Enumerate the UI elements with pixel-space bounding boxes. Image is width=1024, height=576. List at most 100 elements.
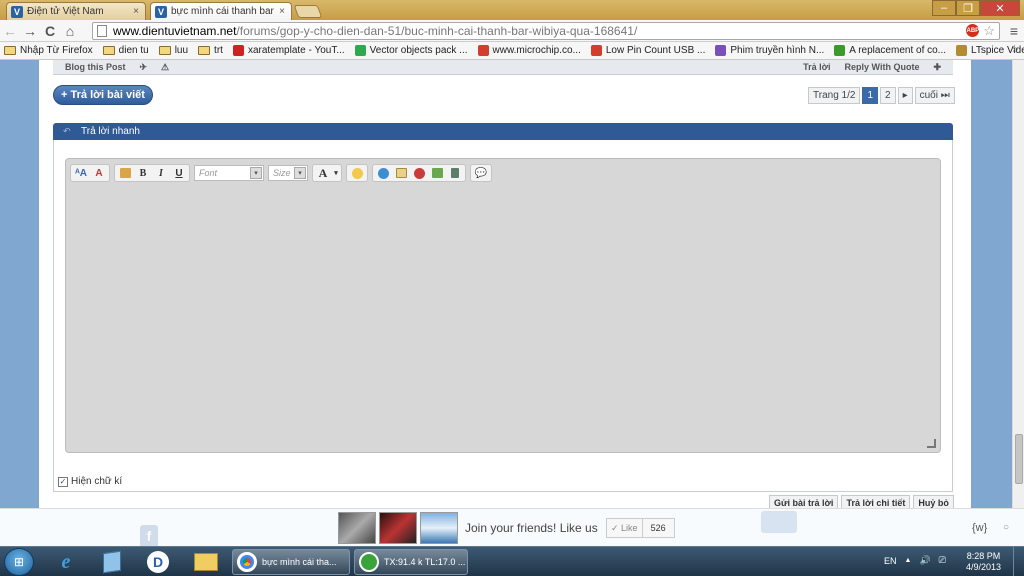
close-window-button[interactable]: ✕ [980, 0, 1020, 16]
vertical-scrollbar[interactable] [1012, 60, 1024, 508]
folder-icon [198, 46, 211, 55]
bookmark-star-icon[interactable]: ☆ [983, 24, 995, 37]
underline-button[interactable]: U [171, 166, 187, 180]
resize-handle-icon[interactable] [927, 439, 936, 448]
ltspice-icon [956, 45, 968, 56]
address-bar[interactable]: www.dientuvietnam.net/forums/gop-y-cho-d… [92, 22, 1000, 40]
scrollbar-thumb[interactable] [1015, 434, 1023, 484]
microchip-icon [590, 45, 602, 56]
reply-thread-button[interactable]: + Trả lời bài viết [53, 85, 153, 105]
friend-thumbnail[interactable] [420, 512, 458, 544]
chrome-icon [237, 552, 257, 572]
remove-format-icon[interactable]: A [91, 166, 107, 180]
page-indicator: Trang 1/2 [808, 87, 861, 104]
chevron-down-icon: ▾ [250, 167, 262, 179]
wibiya-social-bar: f Join your friends! Like us ✓ Like 526 … [0, 508, 1024, 547]
page-1-link[interactable]: 1 [862, 87, 878, 104]
remove-link-icon[interactable] [411, 166, 427, 180]
italic-button[interactable]: I [153, 166, 169, 180]
taskbar-chrome-window[interactable]: bực mình cái tha... [232, 549, 350, 575]
pinwheel-icon [715, 45, 727, 56]
next-page-icon[interactable]: ▸ [897, 87, 913, 104]
like-widget[interactable]: ✓ Like 526 [606, 518, 675, 538]
email-link-icon[interactable] [393, 166, 409, 180]
bookmark-link[interactable]: xaratemplate - YouT... [232, 45, 345, 56]
friend-thumbnail[interactable] [379, 512, 417, 544]
bookmarks-overflow-icon[interactable]: » [1012, 44, 1018, 55]
bookmark-link[interactable]: Vector objects pack ... [354, 45, 468, 56]
start-button[interactable]: ⊞ [4, 548, 34, 576]
bookmark-folder[interactable]: luu [158, 45, 188, 56]
share-icon[interactable]: ✈ [140, 62, 148, 73]
page-2-link[interactable]: 2 [880, 87, 896, 104]
reload-icon[interactable]: C [40, 21, 60, 41]
language-indicator[interactable]: EN [884, 556, 897, 566]
bookmark-link[interactable]: Phim truyền hình N... [715, 45, 824, 56]
bold-button[interactable]: B [135, 166, 151, 180]
bookmark-link[interactable]: www.microchip.co... [477, 45, 581, 56]
forward-arrow-icon[interactable]: → [20, 21, 40, 41]
home-icon[interactable]: ⌂ [60, 21, 80, 41]
bookmark-folder[interactable]: dien tu [102, 45, 149, 56]
wibiya-logo-icon[interactable]: {w} [972, 522, 987, 534]
adblock-icon[interactable]: ABP [966, 24, 980, 37]
show-hidden-icons-icon[interactable]: ▲ [905, 557, 912, 564]
facebook-icon[interactable]: f [140, 525, 158, 547]
windows-taskbar: ⊞ e D bực mình cái tha... TX:91.4 k TL:1… [0, 546, 1024, 576]
reply-with-quote-link[interactable]: Reply With Quote [845, 62, 920, 72]
reply-editor[interactable]: ᴬA A B I U Font ▾ Size ▾ A ▾ 💬 [65, 158, 941, 453]
site-favicon-icon: V [155, 5, 167, 18]
insert-video-icon[interactable] [447, 166, 463, 180]
paste-icon[interactable] [117, 166, 133, 180]
page-icon [97, 25, 107, 37]
internet-explorer-icon[interactable]: e [50, 549, 82, 575]
smiley-icon[interactable] [349, 166, 365, 180]
back-arrow-icon[interactable]: ← [0, 21, 20, 41]
size-select[interactable]: Size ▾ [268, 165, 308, 181]
multi-quote-icon[interactable]: ✚ [933, 62, 941, 73]
chevron-down-icon[interactable]: ▾ [333, 166, 339, 180]
tab-dien-tu-viet-nam[interactable]: V Điện tử Việt Nam × [6, 2, 146, 20]
d-app-icon[interactable]: D [142, 549, 174, 575]
toggle-bar-icon[interactable]: ○ [1003, 522, 1009, 533]
font-select[interactable]: Font ▾ [194, 165, 264, 181]
system-clock[interactable]: 8:28 PM 4/9/2013 [966, 551, 1001, 573]
quick-reply-icon: ↶ [63, 126, 71, 136]
insert-link-icon[interactable] [375, 166, 391, 180]
tab-close-icon[interactable]: × [133, 6, 139, 17]
eo-icon [834, 45, 846, 56]
friend-thumbnail[interactable] [338, 512, 376, 544]
minimize-button[interactable]: – [932, 0, 956, 16]
browser-menu-icon[interactable]: ≡ [1010, 23, 1018, 39]
network-icon[interactable]: ⎚ [939, 555, 946, 566]
bookmark-folder[interactable]: trt [198, 45, 223, 56]
bookmark-link[interactable]: Low Pin Count USB ... [590, 45, 705, 56]
file-explorer-icon[interactable] [190, 549, 222, 575]
volume-icon[interactable]: 🔊 [919, 555, 930, 566]
quote-icon[interactable]: 💬 [473, 166, 489, 180]
tab-buc-minh[interactable]: V bực mình cái thanh bar W × [150, 2, 292, 20]
last-page-link[interactable]: cuối ⏭ [914, 87, 955, 104]
show-desktop-button[interactable] [1013, 547, 1024, 576]
tab-close-icon[interactable]: × [279, 6, 285, 17]
youtube-icon [232, 45, 244, 56]
reply-link[interactable]: Trả lời [803, 62, 830, 72]
bookmark-folder[interactable]: Nhập Từ Firefox [4, 45, 93, 56]
signature-checkbox[interactable]: ✓ [58, 476, 68, 487]
switch-mode-icon[interactable]: ᴬA [73, 166, 89, 180]
join-friends-text: Join your friends! Like us [465, 521, 598, 535]
url-host: www.dientuvietnam.net [113, 24, 237, 38]
pagination: Trang 1/2 1 2 ▸ cuối ⏭ [808, 87, 955, 104]
maximize-button[interactable]: ❐ [956, 0, 980, 16]
text-color-button[interactable]: A [315, 166, 331, 180]
notepad-icon[interactable] [96, 549, 128, 575]
new-tab-button[interactable] [293, 5, 323, 18]
chat-bubble-icon[interactable] [761, 511, 797, 533]
warning-icon[interactable]: ⚠ [161, 62, 169, 73]
taskbar-utorrent-window[interactable]: TX:91.4 k TL:17.0 ... [354, 549, 468, 575]
show-signature-option[interactable]: ✓ Hiện chữ kí [58, 476, 122, 487]
like-button[interactable]: ✓ Like [607, 519, 643, 537]
bookmark-link[interactable]: A replacement of co... [834, 45, 946, 56]
blog-this-post-link[interactable]: Blog this Post [65, 62, 126, 72]
insert-image-icon[interactable] [429, 166, 445, 180]
